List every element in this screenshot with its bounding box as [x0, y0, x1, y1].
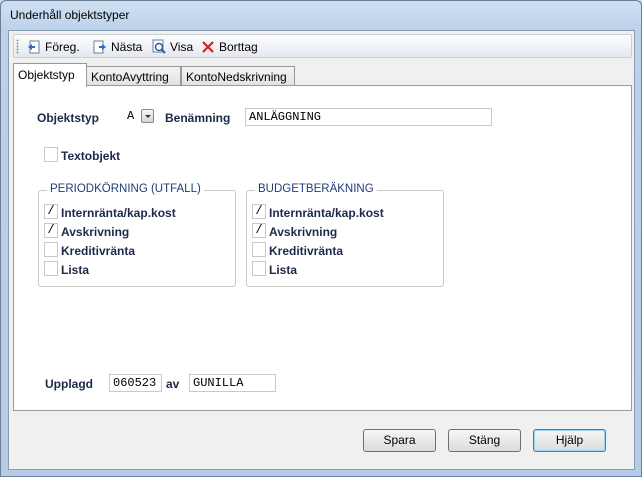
period-kreditivranta-label: Kreditivränta: [61, 244, 136, 258]
view-icon: [151, 39, 167, 55]
budget-lista-label: Lista: [269, 263, 298, 277]
budget-title: BUDGETBERÄKNING: [255, 183, 377, 195]
save-button[interactable]: Spara: [363, 429, 436, 452]
tab-panel: Objektstyp A Benämning ANLÄGGNING Textob…: [13, 85, 632, 411]
tab-objektstyp[interactable]: Objektstyp: [13, 63, 87, 87]
delete-button[interactable]: Borttag: [200, 38, 258, 55]
budget-kreditivranta-label: Kreditivränta: [269, 244, 344, 258]
delete-icon: [200, 39, 216, 55]
periodkorning-title: PERIODKÖRNING (UTFALL): [47, 183, 204, 195]
next-icon: [92, 39, 108, 55]
window: Underhåll objektstyper Föreg. Nästa Visa…: [0, 0, 642, 477]
upplagd-date-field[interactable]: 060523: [109, 374, 162, 392]
delete-label: Borttag: [219, 39, 258, 54]
benamning-label: Benämning: [165, 111, 231, 125]
budget-avskrivning-label: Avskrivning: [269, 225, 338, 239]
next-button[interactable]: Nästa: [92, 38, 142, 55]
view-button[interactable]: Visa: [151, 38, 193, 55]
previous-icon: [26, 39, 42, 55]
title-bar[interactable]: Underhåll objektstyper: [1, 1, 641, 29]
previous-label: Föreg.: [45, 39, 80, 54]
objektstyp-dropdown-button[interactable]: [141, 109, 154, 123]
view-label: Visa: [170, 39, 194, 54]
period-avskrivning-checkbox[interactable]: /: [44, 223, 58, 238]
benamning-field[interactable]: ANLÄGGNING: [245, 108, 492, 126]
budget-kreditivranta-checkbox[interactable]: [252, 242, 266, 257]
upplagd-label: Upplagd: [45, 377, 93, 391]
toolbar: Föreg. Nästa Visa Borttag: [13, 34, 632, 58]
tab-kontonedskrivning[interactable]: KontoNedskrivning: [181, 66, 295, 86]
client-area: Föreg. Nästa Visa Borttag Objektstyp Kon…: [8, 30, 635, 470]
period-internranta-label: Internränta/kap.kost: [61, 206, 176, 220]
budget-internranta-checkbox[interactable]: /: [252, 204, 266, 219]
textobjekt-checkbox[interactable]: [44, 147, 58, 162]
toolbar-grip[interactable]: [16, 39, 19, 54]
upplagd-user-field[interactable]: GUNILLA: [189, 374, 276, 392]
objektstyp-field[interactable]: A: [124, 108, 140, 126]
budget-lista-checkbox[interactable]: [252, 261, 266, 276]
window-title: Underhåll objektstyper: [10, 8, 130, 22]
next-label: Nästa: [111, 39, 143, 54]
close-button[interactable]: Stäng: [448, 429, 521, 452]
budget-internranta-label: Internränta/kap.kost: [269, 206, 384, 220]
budget-avskrivning-checkbox[interactable]: /: [252, 223, 266, 238]
objektstyp-label: Objektstyp: [37, 111, 100, 125]
help-button[interactable]: Hjälp: [533, 429, 606, 452]
tab-kontoavyttring[interactable]: KontoAvyttring: [86, 66, 181, 86]
period-lista-label: Lista: [61, 263, 90, 277]
period-avskrivning-label: Avskrivning: [61, 225, 130, 239]
period-lista-checkbox[interactable]: [44, 261, 58, 276]
av-label: av: [166, 377, 180, 391]
previous-button[interactable]: Föreg.: [26, 38, 80, 55]
textobjekt-label: Textobjekt: [61, 149, 121, 163]
period-kreditivranta-checkbox[interactable]: [44, 242, 58, 257]
period-internranta-checkbox[interactable]: /: [44, 204, 58, 219]
